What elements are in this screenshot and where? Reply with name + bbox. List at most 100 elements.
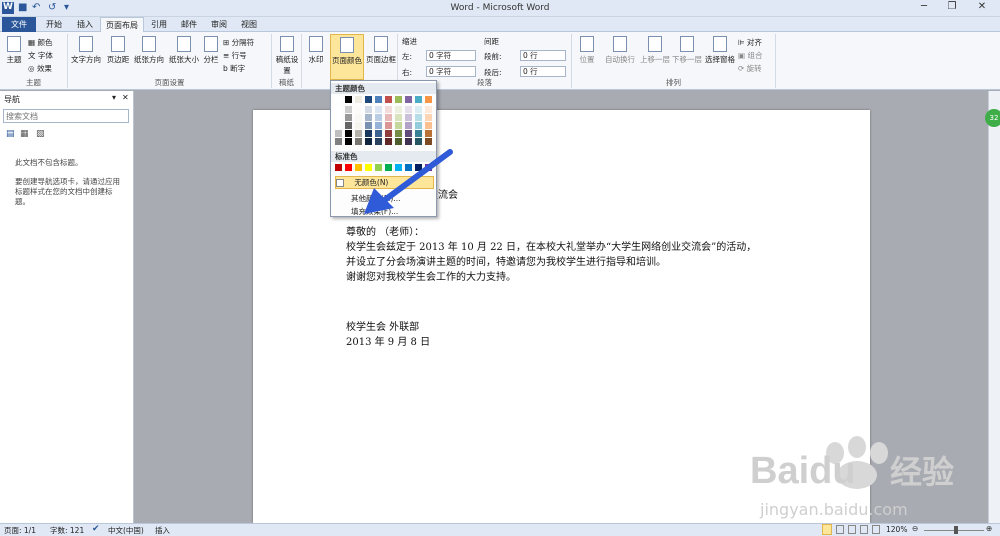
theme-color-swatch[interactable] xyxy=(365,114,372,121)
theme-color-swatch[interactable] xyxy=(395,130,402,137)
theme-color-swatch[interactable] xyxy=(405,122,412,129)
position-button[interactable]: 位置 xyxy=(574,36,600,65)
status-words[interactable]: 字数: 121 xyxy=(50,525,84,536)
colors-button[interactable]: ▦ 颜色 xyxy=(28,37,52,48)
theme-color-swatch[interactable] xyxy=(415,96,422,103)
zoom-level[interactable]: 120% xyxy=(886,525,907,534)
theme-color-swatch[interactable] xyxy=(415,138,422,145)
theme-color-swatch[interactable] xyxy=(385,114,392,121)
theme-color-swatch[interactable] xyxy=(355,96,362,103)
theme-color-swatch[interactable] xyxy=(375,106,382,113)
orientation-button[interactable]: 纸张方向 xyxy=(132,36,166,65)
vertical-scrollbar[interactable]: 32 xyxy=(985,91,1000,523)
theme-color-swatch[interactable] xyxy=(345,96,352,103)
theme-color-swatch[interactable] xyxy=(355,130,362,137)
theme-color-swatch[interactable] xyxy=(405,114,412,121)
breaks-button[interactable]: ⊞ 分隔符 xyxy=(223,37,254,48)
selection-pane-button[interactable]: 选择窗格 xyxy=(702,36,738,65)
theme-color-swatch[interactable] xyxy=(335,106,342,113)
status-language[interactable]: 中文(中国) xyxy=(108,525,144,536)
theme-color-swatch[interactable] xyxy=(425,138,432,145)
theme-color-swatch[interactable] xyxy=(335,114,342,121)
theme-color-swatch[interactable] xyxy=(355,138,362,145)
watermark-button[interactable]: 水印 xyxy=(304,36,328,65)
tab-insert[interactable]: 插入 xyxy=(72,17,98,32)
theme-color-swatch[interactable] xyxy=(425,96,432,103)
theme-color-swatch[interactable] xyxy=(385,106,392,113)
columns-button[interactable]: 分栏 xyxy=(202,36,220,65)
theme-color-swatch[interactable] xyxy=(345,114,352,121)
rotate-button[interactable]: ⟳ 旋转 xyxy=(738,63,762,74)
outline-view-icon[interactable] xyxy=(860,525,868,534)
margins-button[interactable]: 页边距 xyxy=(104,36,132,65)
theme-color-swatch[interactable] xyxy=(395,96,402,103)
theme-color-swatch[interactable] xyxy=(335,96,342,103)
theme-color-swatch[interactable] xyxy=(425,130,432,137)
theme-color-swatch[interactable] xyxy=(415,122,422,129)
send-backward-button[interactable]: 下移一层 xyxy=(670,36,704,65)
group-button[interactable]: ▣ 组合 xyxy=(738,50,762,61)
theme-color-swatch[interactable] xyxy=(395,138,402,145)
theme-color-swatch[interactable] xyxy=(345,106,352,113)
theme-color-swatch[interactable] xyxy=(345,138,352,145)
tab-page-layout[interactable]: 页面布局 xyxy=(100,17,144,32)
tab-view[interactable]: 视图 xyxy=(236,17,262,32)
theme-color-swatch[interactable] xyxy=(425,114,432,121)
nav-search-input[interactable] xyxy=(3,109,129,123)
effects-button[interactable]: ◎ 效果 xyxy=(28,63,52,74)
theme-color-swatch[interactable] xyxy=(385,130,392,137)
theme-color-swatch[interactable] xyxy=(385,122,392,129)
theme-color-swatch[interactable] xyxy=(355,114,362,121)
theme-color-swatch[interactable] xyxy=(405,138,412,145)
fonts-button[interactable]: 文 字体 xyxy=(28,50,53,61)
page-color-button[interactable]: 页面颜色 xyxy=(330,34,364,80)
theme-color-swatch[interactable] xyxy=(335,130,342,137)
theme-color-swatch[interactable] xyxy=(405,106,412,113)
minimize-button[interactable]: ─ xyxy=(912,1,936,15)
nav-pages-tab-icon[interactable]: ▦ xyxy=(20,129,29,139)
themes-button[interactable]: 主题 xyxy=(4,36,24,65)
tab-file[interactable]: 文件 xyxy=(2,17,36,32)
print-layout-view-icon[interactable] xyxy=(822,524,832,535)
theme-color-swatch[interactable] xyxy=(345,130,352,137)
nav-headings-tab-icon[interactable]: ▤ xyxy=(6,129,15,139)
theme-color-swatch[interactable] xyxy=(405,96,412,103)
status-page[interactable]: 页面: 1/1 xyxy=(4,525,36,536)
text-direction-button[interactable]: 文字方向 xyxy=(70,36,102,65)
page-borders-button[interactable]: 页面边框 xyxy=(365,36,397,65)
theme-color-swatch[interactable] xyxy=(375,114,382,121)
tab-home[interactable]: 开始 xyxy=(40,17,68,32)
theme-color-swatch[interactable] xyxy=(425,122,432,129)
theme-color-swatch[interactable] xyxy=(425,106,432,113)
size-button[interactable]: 纸张大小 xyxy=(166,36,202,65)
spacing-after-input[interactable]: 0 行 xyxy=(520,66,566,77)
draft-settings-button[interactable]: 稿纸设置 xyxy=(274,36,300,76)
hyphenation-button[interactable]: b 断字 xyxy=(223,63,245,74)
theme-color-swatch[interactable] xyxy=(365,96,372,103)
tab-review[interactable]: 审阅 xyxy=(206,17,232,32)
nav-pane-close-icon[interactable]: ✕ xyxy=(122,93,129,102)
maximize-button[interactable]: ❐ xyxy=(940,1,964,15)
theme-color-swatch[interactable] xyxy=(335,138,342,145)
theme-color-swatch[interactable] xyxy=(365,130,372,137)
nav-pane-menu-icon[interactable]: ▾ xyxy=(112,93,116,102)
zoom-slider-thumb[interactable] xyxy=(954,526,958,534)
standard-color-swatch[interactable] xyxy=(345,164,352,171)
theme-color-swatch[interactable] xyxy=(375,96,382,103)
theme-color-swatch[interactable] xyxy=(375,122,382,129)
zoom-out-icon[interactable]: ⊖ xyxy=(912,524,918,533)
theme-color-swatch[interactable] xyxy=(375,130,382,137)
theme-color-swatch[interactable] xyxy=(365,138,372,145)
theme-color-swatch[interactable] xyxy=(355,122,362,129)
theme-color-swatch[interactable] xyxy=(345,122,352,129)
reading-view-icon[interactable] xyxy=(836,525,844,534)
web-view-icon[interactable] xyxy=(848,525,856,534)
theme-color-swatch[interactable] xyxy=(365,122,372,129)
tab-references[interactable]: 引用 xyxy=(146,17,172,32)
status-insert-mode[interactable]: 插入 xyxy=(155,525,170,536)
theme-color-swatch[interactable] xyxy=(375,138,382,145)
line-numbers-button[interactable]: ≡ 行号 xyxy=(223,50,247,61)
spacing-before-input[interactable]: 0 行 xyxy=(520,50,566,61)
theme-color-swatch[interactable] xyxy=(415,114,422,121)
bring-forward-button[interactable]: 上移一层 xyxy=(638,36,672,65)
